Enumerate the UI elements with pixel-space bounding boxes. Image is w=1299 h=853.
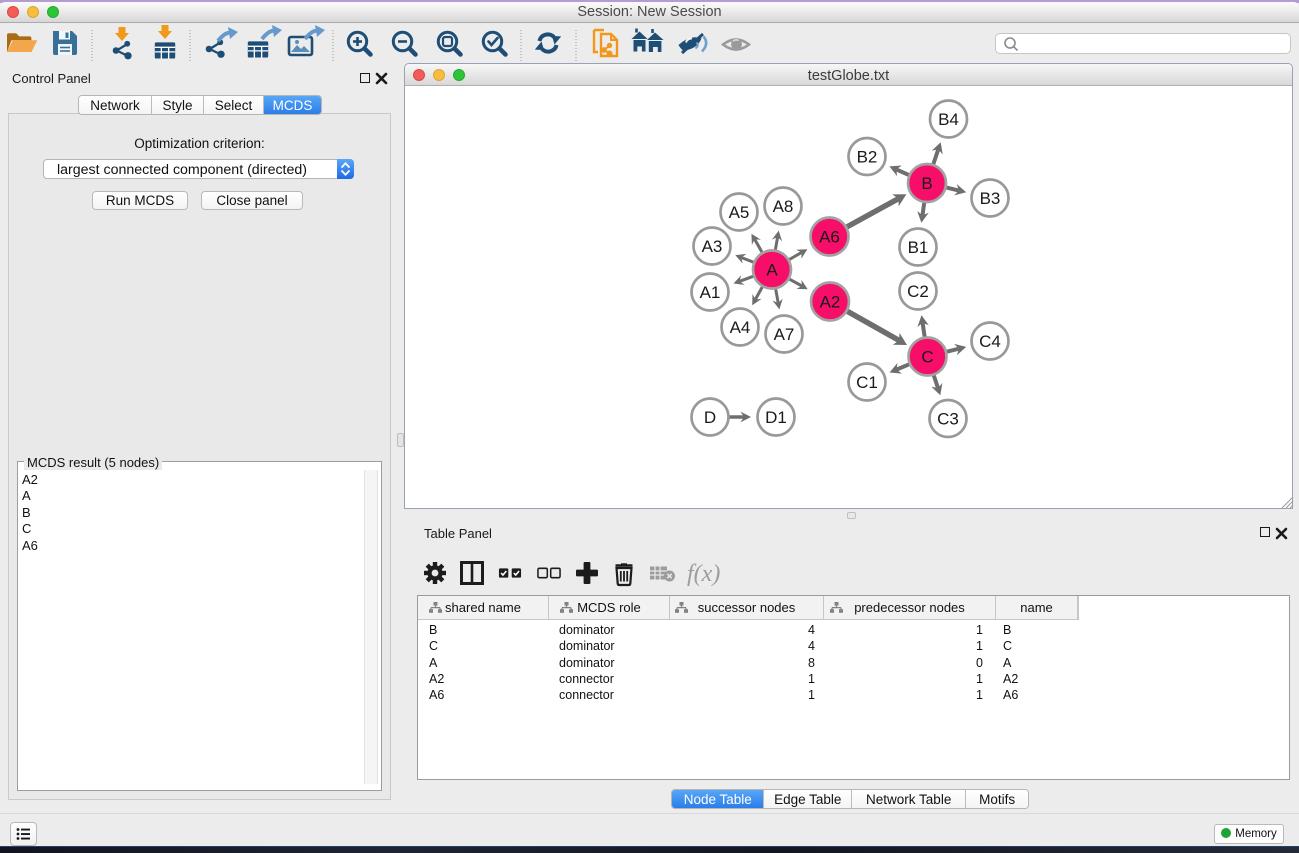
svg-text:D: D [704,408,716,427]
svg-text:C3: C3 [937,410,959,429]
svg-text:B: B [921,174,932,193]
svg-text:B1: B1 [908,238,929,257]
svg-text:A4: A4 [730,318,751,337]
svg-text:C4: C4 [979,332,1001,351]
svg-text:A: A [766,261,778,280]
svg-text:B4: B4 [938,110,959,129]
svg-text:C2: C2 [907,282,929,301]
svg-text:A5: A5 [729,203,750,222]
svg-text:f(x): f(x) [687,561,720,587]
svg-text:A8: A8 [773,197,794,216]
svg-text:A7: A7 [774,325,795,344]
svg-text:B3: B3 [980,189,1001,208]
svg-text:A3: A3 [702,237,723,256]
svg-text:C1: C1 [856,373,878,392]
svg-text:D1: D1 [765,408,787,427]
svg-text:A6: A6 [819,228,840,247]
svg-text:C: C [921,348,933,367]
svg-text:A2: A2 [820,293,841,312]
svg-text:B2: B2 [857,148,878,167]
svg-text:A1: A1 [700,283,721,302]
